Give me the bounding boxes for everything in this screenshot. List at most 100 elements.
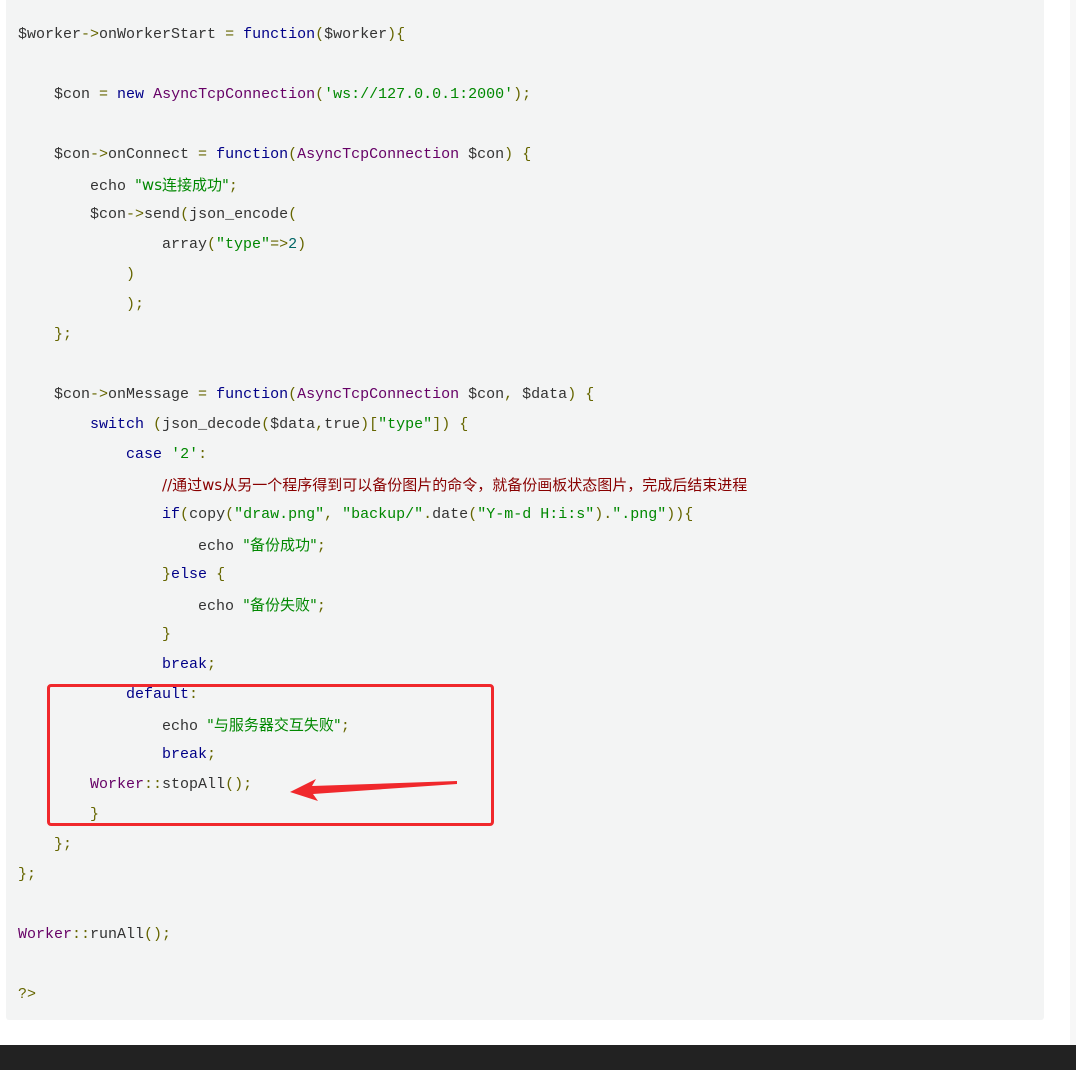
- code-token: )[: [360, 416, 379, 433]
- code-token: (: [288, 206, 298, 223]
- code-token: ;: [228, 178, 238, 195]
- code-token: );: [513, 86, 532, 103]
- code-token: array: [18, 236, 208, 253]
- code-token: ,: [315, 416, 325, 433]
- code-token: break: [162, 656, 208, 673]
- code-token: AsyncTcpConnection: [297, 146, 460, 163]
- code-token: )){: [666, 506, 694, 523]
- code-token: .: [423, 506, 433, 523]
- code-token: $con: [18, 86, 100, 103]
- code-token: =: [198, 386, 208, 403]
- code-token: echo: [18, 598, 244, 615]
- code-token: $con: [18, 146, 91, 163]
- code-token: AsyncTcpConnection: [153, 86, 316, 103]
- code-line: echo "ws连接成功";: [18, 170, 238, 200]
- code-token: $con: [459, 386, 505, 403]
- code-token: ->: [90, 386, 109, 403]
- code-token: 'ws://127.0.0.1:2000': [324, 86, 514, 103]
- code-token: function: [243, 26, 316, 43]
- code-token: :: [198, 446, 208, 463]
- code-token: ;: [207, 656, 217, 673]
- code-token: "备份失败": [243, 596, 317, 614]
- code-token: ): [297, 236, 307, 253]
- code-token: (: [288, 386, 298, 403]
- code-token: copy: [189, 506, 226, 523]
- page-footer-bar: [0, 1045, 1076, 1070]
- code-token: "备份成功": [243, 536, 317, 554]
- code-line: if(copy("draw.png", "backup/".date("Y-m-…: [18, 500, 693, 530]
- code-line: echo "备份失败";: [18, 590, 326, 620]
- code-token: json_encode: [189, 206, 289, 223]
- code-token: $data: [513, 386, 568, 403]
- code-line: echo "备份成功";: [18, 530, 326, 560]
- code-line: break;: [18, 650, 216, 680]
- code-line: //通过ws从另一个程序得到可以备份图片的命令，就备份画板状态图片，完成后结束进…: [18, 470, 747, 500]
- code-token: $worker: [324, 26, 388, 43]
- code-token: ::: [72, 926, 91, 943]
- code-token: switch: [90, 416, 145, 433]
- code-line: ): [18, 260, 135, 290]
- code-token: ): [567, 386, 577, 403]
- code-token: ]): [432, 416, 451, 433]
- code-token: send: [144, 206, 181, 223]
- code-token: "type": [216, 236, 271, 253]
- code-token: (: [180, 506, 190, 523]
- code-token: ): [504, 146, 514, 163]
- code-token: Worker: [18, 926, 73, 943]
- code-line: case '2':: [18, 440, 207, 470]
- code-token: else: [171, 566, 208, 583]
- code-token: {: [585, 386, 595, 403]
- code-line: $con->onMessage = function(AsyncTcpConne…: [18, 380, 594, 410]
- code-token: ->: [81, 26, 100, 43]
- page-scrollbar-track[interactable]: [1070, 0, 1076, 1045]
- code-token: $data: [270, 416, 316, 433]
- code-line: $con->send(json_encode(: [18, 200, 297, 230]
- code-token: //通过ws从另一个程序得到可以备份图片的命令，就备份画板状态图片，完成后结束进…: [162, 476, 748, 494]
- code-token: };: [54, 326, 73, 343]
- code-line: Worker::runAll();: [18, 920, 171, 950]
- code-line: };: [18, 830, 72, 860]
- code-token: }: [162, 566, 172, 583]
- code-token: "draw.png": [234, 506, 325, 523]
- code-token: =>: [270, 236, 289, 253]
- code-line: ?>: [18, 980, 36, 1010]
- code-token: ();: [144, 926, 172, 943]
- code-token: ;: [316, 598, 326, 615]
- code-token: {: [522, 146, 532, 163]
- code-token: ).: [594, 506, 613, 523]
- code-line: $worker->onWorkerStart = function($worke…: [18, 20, 405, 50]
- code-token: ?>: [18, 986, 37, 1003]
- code-token: (: [315, 26, 325, 43]
- code-line: }: [18, 620, 171, 650]
- code-token: runAll: [90, 926, 145, 943]
- code-token: new: [117, 86, 145, 103]
- code-token: ->: [90, 146, 109, 163]
- code-token: (: [180, 206, 190, 223]
- code-token: (: [315, 86, 325, 103]
- code-token: '2': [171, 446, 199, 463]
- code-token: };: [18, 866, 37, 883]
- code-token: (: [261, 416, 271, 433]
- code-token: ".png": [612, 506, 667, 523]
- code-line: };: [18, 860, 36, 890]
- code-line: };: [18, 320, 72, 350]
